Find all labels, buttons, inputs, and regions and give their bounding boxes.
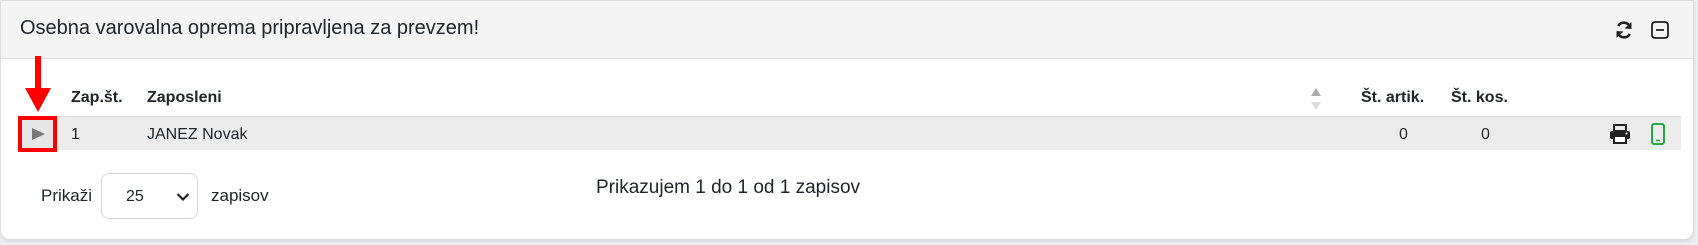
collapse-button[interactable] <box>1648 18 1672 42</box>
refresh-icon <box>1616 21 1632 39</box>
cell-st-kos: 0 <box>1481 126 1490 143</box>
page-length-select[interactable]: 25 <box>101 173 198 219</box>
expand-row-button[interactable] <box>18 116 57 152</box>
length-menu-suffix: zapisov <box>211 186 269 205</box>
cell-st-artik: 0 <box>1399 126 1408 143</box>
panel-header: Osebna varovalna oprema pripravljena za … <box>1 1 1693 59</box>
table-row[interactable]: 1 JANEZ Novak 0 0 <box>18 116 1681 150</box>
length-menu-prefix: Prikaži <box>41 186 93 205</box>
refresh-button[interactable] <box>1612 18 1636 42</box>
cell-zaposleni: JANEZ Novak <box>147 126 248 143</box>
column-header-st-kos[interactable]: Št. kos. <box>1451 89 1508 107</box>
cell-zap-st: 1 <box>71 126 80 143</box>
column-header-st-artik[interactable]: Št. artik. <box>1361 89 1424 107</box>
column-header-zap-st[interactable]: Zap.št. <box>71 89 123 107</box>
caret-right-icon <box>31 128 45 140</box>
print-icon[interactable] <box>1609 124 1631 144</box>
column-header-zaposleni[interactable]: Zaposleni <box>147 89 222 107</box>
panel-title: Osebna varovalna oprema pripravljena za … <box>20 17 480 39</box>
sort-icon[interactable] <box>1309 86 1323 112</box>
table-info: Prikazujem 1 do 1 od 1 zapisov <box>596 177 861 198</box>
minus-square-icon <box>1651 21 1669 39</box>
annotation-arrow <box>25 56 51 112</box>
chevron-down-icon <box>176 193 190 202</box>
page-length-value: 25 <box>126 188 144 205</box>
mobile-icon[interactable] <box>1651 123 1665 145</box>
